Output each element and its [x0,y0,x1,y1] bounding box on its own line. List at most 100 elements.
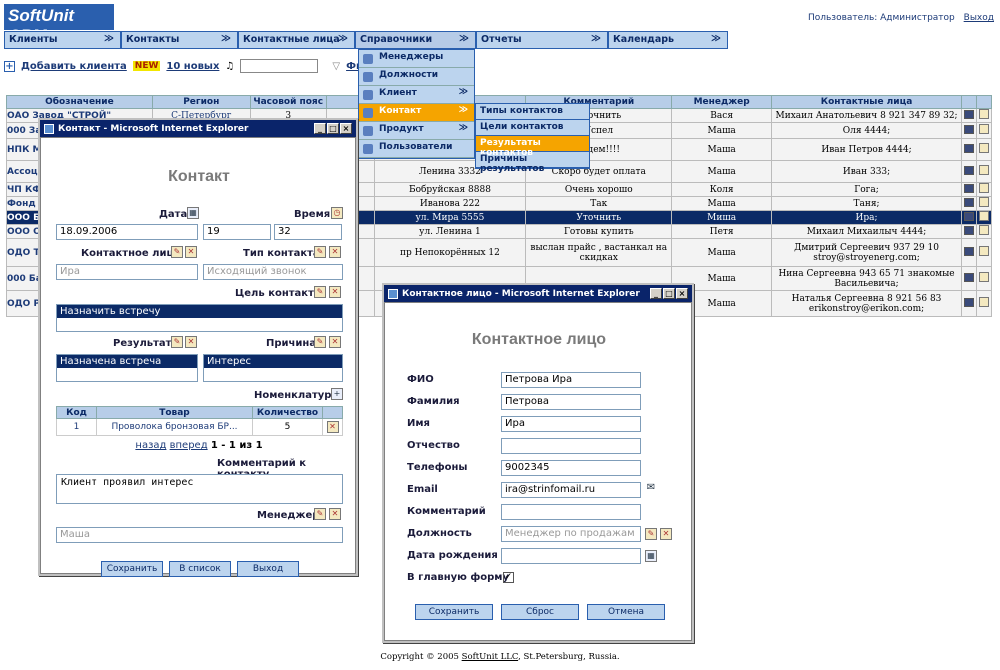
col-tz[interactable]: Часовой пояс [249,95,327,109]
email-field[interactable]: ira@strinfomail.ru [501,482,641,498]
edit-manager-icon[interactable]: ✎ [314,508,326,520]
clear-position-icon[interactable]: ✕ [660,528,672,540]
middlename-field[interactable] [501,438,641,454]
send-email-icon[interactable]: ✉ [645,483,657,495]
edit-icon[interactable] [978,197,989,207]
minute-field[interactable]: 32 [274,224,342,240]
comment-field[interactable] [501,504,641,520]
dropdown-item-positions[interactable]: Должности [359,68,474,86]
edit-icon[interactable] [978,165,989,175]
menu-directories[interactable]: Справочники ≫ [355,31,476,49]
add-client-link[interactable]: Добавить клиента [21,61,127,72]
menu-calendar[interactable]: Календарь ≫ [608,31,728,49]
close-button[interactable]: × [676,288,688,299]
to-list-button[interactable]: В список [169,561,231,577]
edit-goal-icon[interactable]: ✎ [314,286,326,298]
contacts-icon[interactable] [963,246,974,256]
col-contacts[interactable]: Контактные лица [771,95,962,109]
position-field[interactable]: Менеджер по продажам [501,526,641,542]
menu-contacts[interactable]: Контакты ≫ [121,31,238,49]
reason-select[interactable]: Интерес [203,354,343,382]
contacts-icon[interactable] [963,143,974,153]
col-name[interactable]: Обозначение [6,95,153,109]
firstname-field[interactable]: Ира [501,416,641,432]
maximize-button[interactable]: □ [663,288,675,299]
edit-icon[interactable] [978,124,989,134]
edit-icon[interactable] [978,297,989,307]
contacts-icon[interactable] [963,272,974,282]
delete-row-icon[interactable]: ✕ [326,421,339,433]
clear-manager-icon[interactable]: ✕ [329,508,341,520]
close-button[interactable]: × [340,123,352,134]
menu-reports[interactable]: Отчеты ≫ [476,31,608,49]
manager-field[interactable]: Маша [56,527,343,543]
contact-person-titlebar[interactable]: Контактное лицо - Microsoft Internet Exp… [384,285,692,302]
dropdown-item-users[interactable]: Пользователи [359,140,474,158]
clear-reason-icon[interactable]: ✕ [329,336,341,348]
goal-select[interactable]: Назначить встречу [56,304,343,332]
contacts-icon[interactable] [963,297,974,307]
menu-clients[interactable]: Клиенты ≫ [4,31,121,49]
submenu-contact-goals[interactable]: Цели контактов [476,120,589,136]
col-manager[interactable]: Менеджер [671,95,773,109]
add-icon[interactable]: + [4,60,15,72]
reset-button[interactable]: Сброс [501,604,579,620]
save-button[interactable]: Сохранить [101,561,163,577]
phone-field[interactable]: 9002345 [501,460,641,476]
search-input[interactable] [240,59,319,73]
contacts-icon[interactable] [963,124,974,134]
new-count-link[interactable]: 10 новых [166,61,219,72]
logout-link[interactable]: Выход [964,13,994,23]
edit-icon[interactable] [978,246,989,256]
result-option[interactable]: Назначена встреча [57,355,197,368]
clear-result-icon[interactable]: ✕ [185,336,197,348]
clear-type-icon[interactable]: ✕ [329,246,341,258]
edit-icon[interactable] [978,211,989,221]
contacts-icon[interactable] [963,197,974,207]
clear-person-icon[interactable]: ✕ [185,246,197,258]
contacts-icon[interactable] [963,165,974,175]
contact-window-titlebar[interactable]: Контакт - Microsoft Internet Explorer _ … [40,120,356,137]
edit-icon[interactable] [978,225,989,235]
edit-icon[interactable] [978,109,989,119]
edit-icon[interactable] [978,272,989,282]
edit-result-icon[interactable]: ✎ [171,336,183,348]
birthdate-field[interactable] [501,548,641,564]
edit-position-icon[interactable]: ✎ [645,528,657,540]
dropdown-item-contact[interactable]: Контакт ≫ [359,104,474,122]
date-field[interactable]: 18.09.2006 [56,224,198,240]
result-select[interactable]: Назначена встреча [56,354,198,382]
lastname-field[interactable]: Петрова [501,394,641,410]
edit-type-icon[interactable]: ✎ [314,246,326,258]
pager-forward[interactable]: вперед [170,440,208,451]
edit-person-icon[interactable]: ✎ [171,246,183,258]
contacts-icon[interactable] [963,225,974,235]
nomen-product-link[interactable]: Проволока бронзовая БР... [111,422,237,432]
contacts-icon[interactable] [963,183,974,193]
edit-reason-icon[interactable]: ✎ [314,336,326,348]
calendar-icon[interactable]: ▦ [187,207,199,219]
goal-option[interactable]: Назначить встречу [57,305,342,318]
save-button[interactable]: Сохранить [415,604,493,620]
exit-button[interactable]: Выход [237,561,299,577]
pager-back[interactable]: назад [135,440,166,451]
col-region[interactable]: Регион [151,95,251,109]
minimize-button[interactable]: _ [650,288,662,299]
submenu-contact-results[interactable]: Результаты контактов [476,136,589,158]
contacts-icon[interactable] [963,211,974,221]
add-nomenclature-icon[interactable]: + [331,388,343,400]
nomen-code-link[interactable]: 1 [74,422,80,432]
clock-icon[interactable]: ◷ [331,207,343,219]
edit-icon[interactable] [978,183,989,193]
calendar-icon[interactable]: ▦ [645,550,657,562]
maximize-button[interactable]: □ [327,123,339,134]
minimize-button[interactable]: _ [314,123,326,134]
dropdown-item-product[interactable]: Продукт ≫ [359,122,474,140]
dropdown-item-managers[interactable]: Менеджеры [359,50,474,68]
filter-icon[interactable]: ▽ [332,61,340,72]
hour-field[interactable]: 19 [203,224,271,240]
type-field[interactable]: Исходящий звонок [203,264,343,280]
cancel-button[interactable]: Отмена [587,604,665,620]
main-form-checkbox[interactable]: ✓ [503,572,514,583]
menu-contact-persons[interactable]: Контактные лица ≫ [238,31,355,49]
